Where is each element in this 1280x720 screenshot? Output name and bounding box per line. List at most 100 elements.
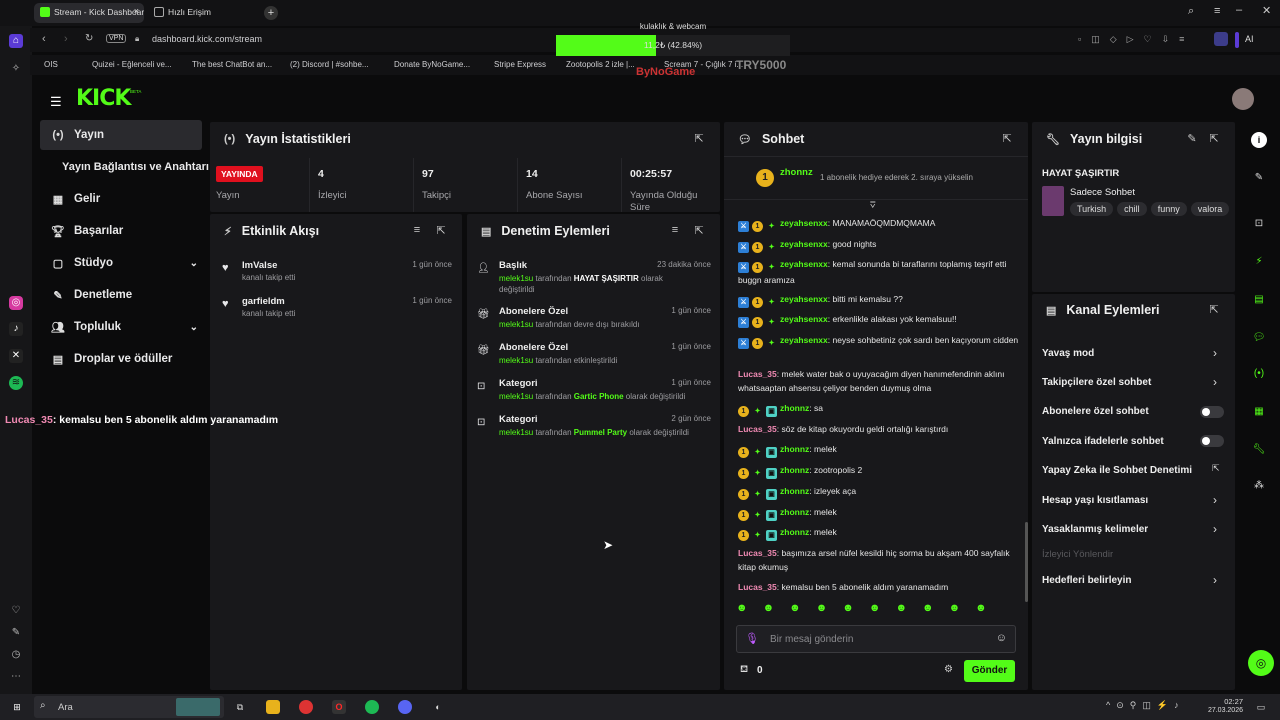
popout-icon[interactable]: ⇱: [1000, 132, 1014, 146]
sidebar-toggle-icon[interactable]: [1235, 32, 1239, 48]
avatar[interactable]: [1232, 88, 1254, 110]
chat-username[interactable]: zhonnz: [780, 486, 809, 496]
goals-row[interactable]: Hedefleri belirleyin: [1042, 568, 1222, 592]
bookmark-item[interactable]: Quizei - Eğlenceli ve...: [92, 60, 172, 69]
tag[interactable]: funny: [1150, 202, 1187, 216]
account-age-row[interactable]: Hesap yaşı kısıtlaması: [1042, 488, 1222, 512]
tab-kick-dashboard[interactable]: Stream - Kick Dashboard ×: [34, 3, 144, 23]
send-button[interactable]: Gönder: [964, 660, 1015, 682]
points-icon[interactable]: ⛾: [740, 664, 748, 677]
ai-button[interactable]: AI: [1245, 34, 1254, 44]
sidebar-item-droplar[interactable]: ▤ Droplar ve ödüller: [40, 344, 202, 374]
chat-username[interactable]: zhonnz: [780, 465, 809, 475]
popout-icon[interactable]: ⇱: [692, 224, 706, 238]
tag[interactable]: valora: [1190, 202, 1230, 216]
scrollbar[interactable]: [1025, 522, 1028, 602]
lightning-icon[interactable]: ⚡︎: [1251, 254, 1267, 270]
windows-start-icon[interactable]: ⊞: [10, 700, 24, 714]
bookmark-item[interactable]: Zootopolis 2 izle |...: [566, 60, 635, 69]
chat-username[interactable]: zeyahsenxx: [780, 259, 828, 269]
mod-user[interactable]: melek1su: [499, 428, 533, 437]
chevron-right-icon[interactable]: ›: [1213, 522, 1217, 536]
bookmark-item[interactable]: OIS: [44, 60, 58, 69]
edit-icon[interactable]: ✎: [9, 626, 23, 640]
scroll-down-icon[interactable]: ⩢: [870, 200, 875, 211]
sidebar-item-gelir[interactable]: ▦ Gelir: [40, 184, 202, 214]
popout-icon[interactable]: ⇱: [1207, 132, 1221, 146]
obs-icon[interactable]: ◐: [431, 700, 445, 714]
category-name[interactable]: Sadece Sohbet: [1070, 187, 1135, 198]
screenshot-icon[interactable]: ⊡: [1251, 216, 1267, 232]
pinned-user[interactable]: zhonnz: [780, 167, 813, 178]
spotify-icon[interactable]: ≋: [9, 376, 23, 390]
document-icon[interactable]: ▤: [1251, 292, 1267, 308]
pin-icon[interactable]: ✧: [9, 62, 23, 76]
channel-icon[interactable]: ▦: [1251, 404, 1267, 420]
tag[interactable]: chill: [1117, 202, 1147, 216]
forward-icon[interactable]: ›: [64, 33, 68, 45]
chat-username[interactable]: Lucas_35: [738, 548, 777, 558]
filter-icon[interactable]: ≡: [668, 224, 682, 238]
discord-icon[interactable]: [398, 700, 412, 714]
system-tray-icons[interactable]: ^⊙⚲◫⚡♪: [1106, 700, 1185, 711]
close-window-icon[interactable]: ✕: [1262, 4, 1271, 17]
notification-icon[interactable]: ▭: [1254, 700, 1268, 714]
taskbar-search[interactable]: ⌕ Ara: [34, 696, 224, 718]
chevron-right-icon[interactable]: ›: [1213, 573, 1217, 587]
apps-icon[interactable]: ⁂: [1251, 478, 1267, 494]
tag[interactable]: Turkish: [1070, 202, 1114, 216]
sidebar-item-topluluk[interactable]: 👥︎ Topluluk ⌄: [40, 312, 202, 342]
ai-moderation-row[interactable]: Yapay Zeka ile Sohbet Denetimi: [1042, 458, 1222, 482]
heart-icon[interactable]: ♡: [9, 604, 23, 618]
search-icon[interactable]: ⌕: [1188, 5, 1194, 18]
bookmark-item[interactable]: Stripe Express: [494, 60, 546, 69]
sidebar-item-yayin[interactable]: (•) Yayın: [40, 120, 202, 150]
bookmark-item[interactable]: (2) Discord | #sohbe...: [290, 60, 369, 69]
chrome-icon[interactable]: [299, 700, 313, 714]
kick-logo[interactable]: KICK: [76, 86, 131, 111]
address-bar-tools-icon[interactable]: ▫◫◇▷♡⇩≡: [1078, 34, 1194, 45]
emotes-only-toggle[interactable]: [1200, 435, 1224, 447]
activity-user[interactable]: ImValse: [242, 260, 277, 271]
minimize-icon[interactable]: –: [1236, 4, 1242, 16]
chat-username[interactable]: zeyahsenxx: [780, 218, 828, 228]
chat-username[interactable]: zhonnz: [780, 527, 809, 537]
reload-icon[interactable]: ↻: [85, 33, 93, 44]
chat-username[interactable]: zeyahsenxx: [780, 294, 828, 304]
opera-icon[interactable]: O: [332, 700, 346, 714]
bookmark-item[interactable]: Donate ByNoGame...: [394, 60, 470, 69]
external-link-icon[interactable]: ⇱: [1212, 463, 1220, 474]
emote-bar[interactable]: ☻☻☻☻☻☻☻☻☻☻: [736, 602, 1016, 620]
sidebar-item-basarilar[interactable]: 🏆︎ Başarılar: [40, 216, 202, 246]
hamburger-menu-icon[interactable]: ☰: [50, 94, 62, 110]
mod-user[interactable]: melek1su: [499, 356, 533, 365]
tiktok-icon[interactable]: ♪: [9, 322, 23, 336]
chat-username[interactable]: Lucas_35: [738, 424, 777, 434]
bookmark-item[interactable]: The best ChatBot an...: [192, 60, 272, 69]
slow-mode-row[interactable]: Yavaş mod: [1042, 341, 1222, 365]
history-icon[interactable]: ◷: [9, 648, 23, 662]
close-tab-icon[interactable]: ×: [134, 6, 139, 16]
popout-icon[interactable]: ⇱: [1207, 303, 1221, 317]
sidebar-item-denetleme[interactable]: ✎ Denetleme: [40, 280, 202, 310]
mod-user[interactable]: melek1su: [499, 274, 533, 283]
mod-user[interactable]: melek1su: [499, 320, 533, 329]
banned-words-row[interactable]: Yasaklanmış kelimeler: [1042, 517, 1222, 541]
subscribers-only-toggle[interactable]: [1200, 406, 1224, 418]
new-tab-icon[interactable]: +: [264, 6, 278, 20]
chevron-right-icon[interactable]: ›: [1213, 375, 1217, 389]
filter-icon[interactable]: ≡: [410, 224, 424, 238]
file-explorer-icon[interactable]: [266, 700, 280, 714]
menu-icon[interactable]: ≡: [1214, 5, 1220, 17]
url-text[interactable]: dashboard.kick.com/stream: [152, 34, 262, 44]
chat-username[interactable]: Lucas_35: [738, 582, 777, 592]
chat-username[interactable]: zhonnz: [780, 507, 809, 517]
chat-username[interactable]: zeyahsenxx: [780, 335, 828, 345]
settings-icon[interactable]: ⚙: [944, 664, 953, 675]
wrench-icon[interactable]: 🔧︎: [1251, 442, 1267, 458]
vpn-badge[interactable]: VPN: [106, 34, 127, 43]
pencil-icon[interactable]: ✎: [1251, 170, 1267, 186]
broadcast-icon[interactable]: (•): [1251, 366, 1267, 382]
chevron-right-icon[interactable]: ›: [1213, 493, 1217, 507]
extension-icon[interactable]: [1214, 32, 1228, 46]
